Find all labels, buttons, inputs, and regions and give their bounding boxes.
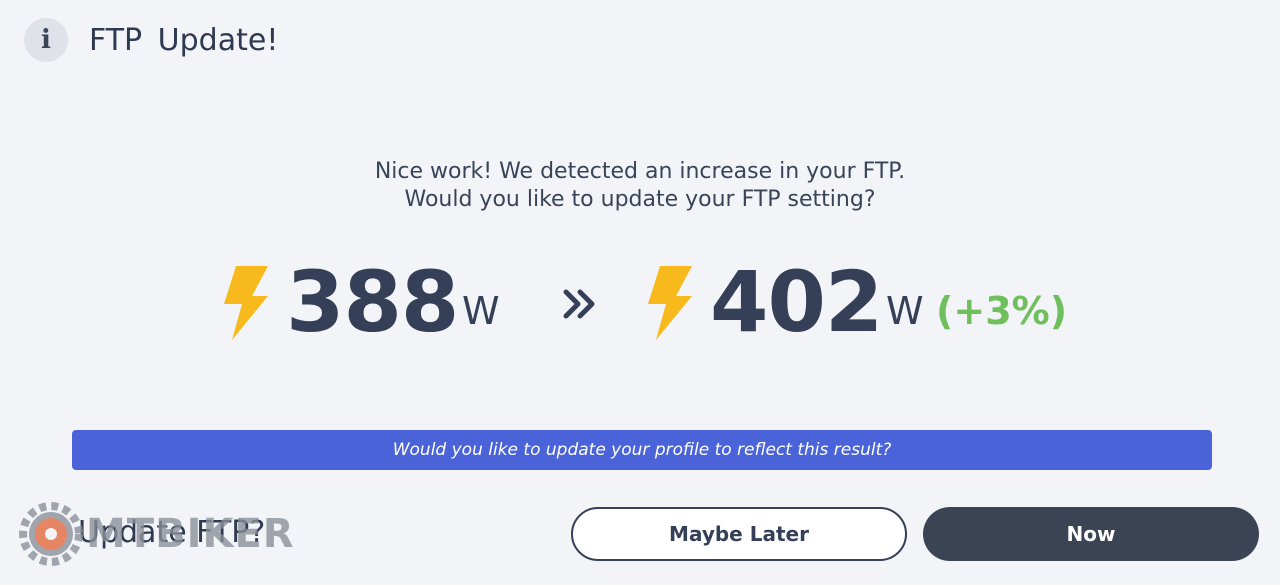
info-icon: i bbox=[24, 18, 68, 62]
gear-logo-icon bbox=[19, 502, 83, 566]
message-line-2: Would you like to update your FTP settin… bbox=[404, 187, 876, 212]
watermark-text: MTBIKER bbox=[86, 511, 295, 557]
lightning-bolt-icon bbox=[648, 266, 692, 340]
message-line-1: Nice work! We detected an increase in yo… bbox=[374, 159, 906, 184]
ftp-change-percent: (+3%) bbox=[936, 289, 1068, 333]
lightning-bolt-icon bbox=[224, 266, 268, 340]
watermark-logo: MTBIKER bbox=[18, 498, 295, 570]
old-ftp-value: 388 bbox=[286, 253, 459, 351]
old-ftp-unit: W bbox=[462, 289, 500, 333]
dialog-header: i FTP Update! bbox=[24, 18, 278, 62]
maybe-later-button[interactable]: Maybe Later bbox=[571, 507, 907, 561]
dialog-title: FTP Update! bbox=[89, 22, 279, 58]
new-ftp-unit: W bbox=[886, 289, 924, 333]
now-button[interactable]: Now bbox=[923, 507, 1259, 561]
info-banner: Would you like to update your profile to… bbox=[72, 430, 1212, 470]
banner-text: Would you like to update your profile to… bbox=[392, 440, 892, 460]
double-chevron-right-icon bbox=[563, 289, 595, 319]
message-text: Nice work! We detected an increase in yo… bbox=[0, 158, 1280, 214]
new-ftp-value: 402 bbox=[710, 253, 883, 351]
